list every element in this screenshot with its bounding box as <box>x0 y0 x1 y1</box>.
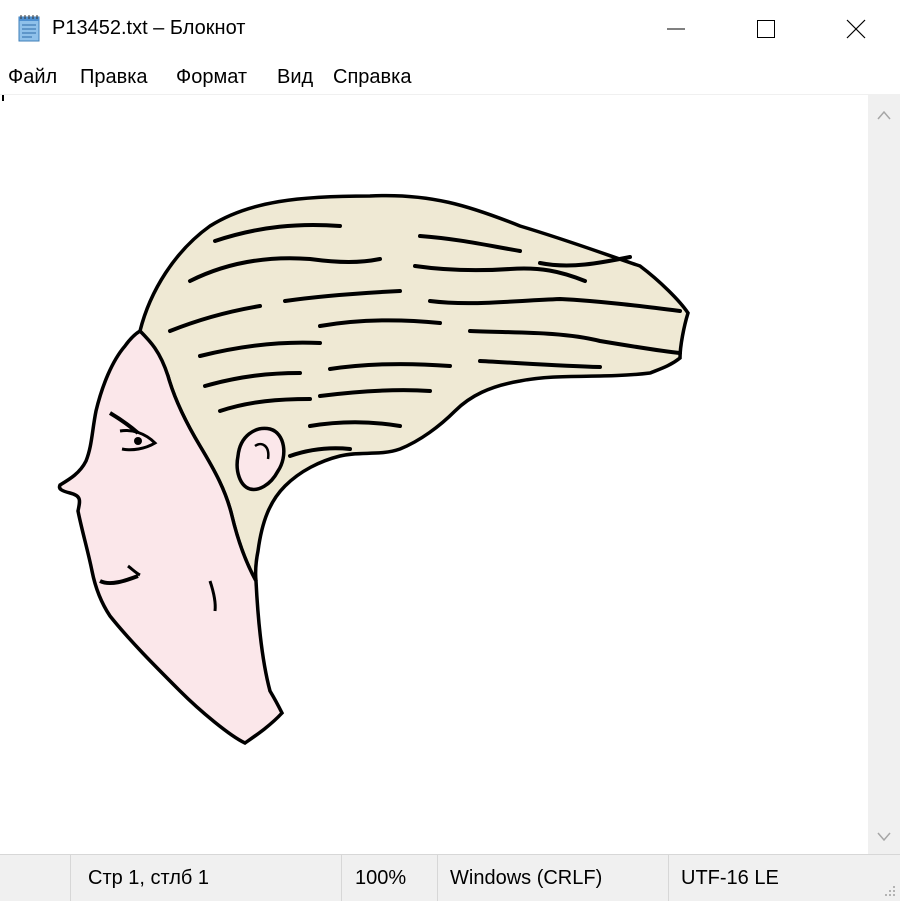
maximize-icon <box>757 20 775 38</box>
maximize-button[interactable] <box>720 0 812 58</box>
text-edit-area[interactable] <box>0 94 868 855</box>
scroll-down-button[interactable] <box>868 820 900 854</box>
chevron-down-icon <box>877 832 891 842</box>
notepad-icon <box>18 15 40 42</box>
close-icon <box>846 19 866 39</box>
resize-grip-icon[interactable] <box>882 883 896 897</box>
menu-file[interactable]: Файл <box>8 66 57 89</box>
menu-help[interactable]: Справка <box>333 66 411 89</box>
menu-format[interactable]: Формат <box>176 66 247 89</box>
notepad-window: P13452.txt – Блокнот Файл Правка Формат … <box>0 0 900 901</box>
close-button[interactable] <box>810 0 900 58</box>
menu-edit[interactable]: Правка <box>80 66 148 89</box>
menu-bar: Файл Правка Формат Вид Справка <box>0 58 900 94</box>
ascii-art-drawing <box>57 193 690 746</box>
cursor-position: Стр 1, стлб 1 <box>70 855 341 901</box>
vertical-scrollbar[interactable] <box>868 94 900 854</box>
chevron-up-icon <box>877 110 891 120</box>
minimize-icon <box>667 28 685 30</box>
scroll-up-button[interactable] <box>868 98 900 132</box>
window-title: P13452.txt – Блокнот <box>52 17 246 39</box>
zoom-level: 100% <box>341 855 437 901</box>
line-endings: Windows (CRLF) <box>437 855 668 901</box>
title-bar[interactable]: P13452.txt – Блокнот <box>0 0 900 58</box>
menu-view[interactable]: Вид <box>277 66 313 89</box>
encoding: UTF-16 LE <box>668 855 900 901</box>
minimize-button[interactable] <box>630 0 722 58</box>
status-bar: Стр 1, стлб 1 100% Windows (CRLF) UTF-16… <box>0 854 900 901</box>
